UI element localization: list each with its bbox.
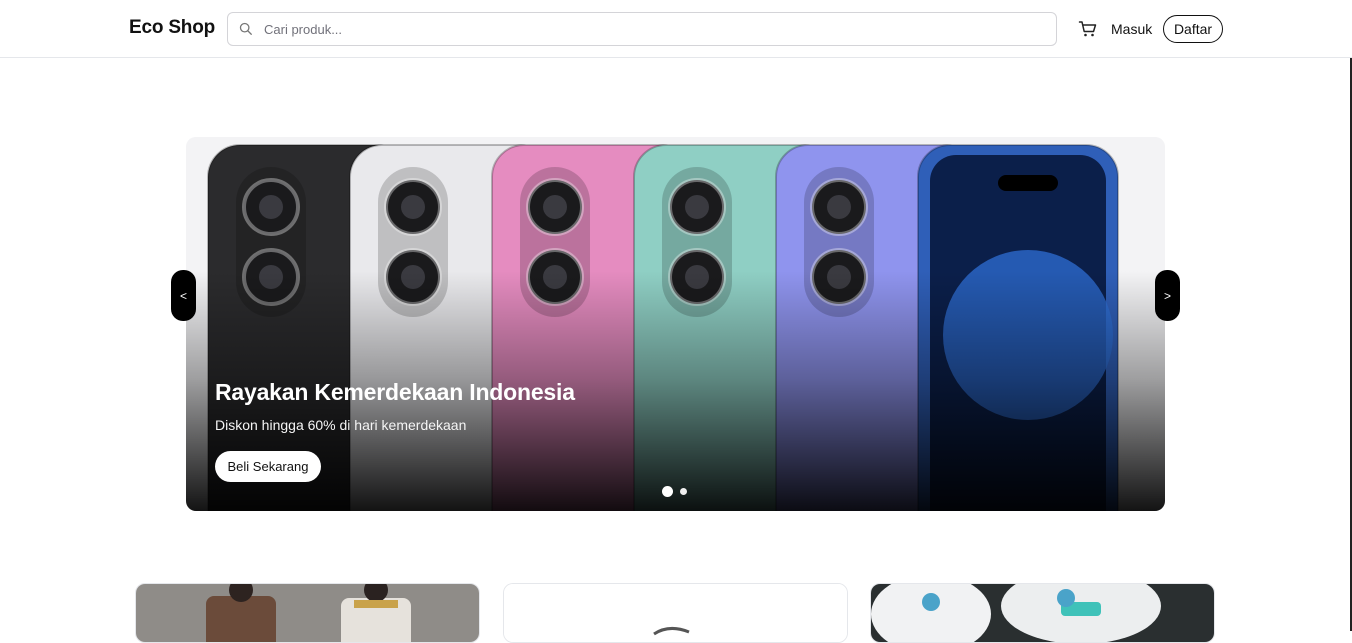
hero-subtitle: Diskon hingga 60% di hari kemerdekaan bbox=[215, 417, 467, 433]
product-card[interactable] bbox=[135, 583, 480, 643]
carousel-prev-button[interactable]: < bbox=[171, 270, 196, 321]
search-icon bbox=[239, 22, 252, 35]
cart-icon[interactable] bbox=[1078, 19, 1098, 39]
carousel-dot[interactable] bbox=[680, 488, 687, 495]
register-button[interactable]: Daftar bbox=[1163, 15, 1223, 43]
login-link[interactable]: Masuk bbox=[1111, 21, 1152, 37]
top-navbar: Eco Shop Masuk Daftar bbox=[0, 0, 1352, 58]
carousel-next-button[interactable]: > bbox=[1155, 270, 1180, 321]
product-image bbox=[871, 584, 1214, 642]
hero-carousel: Rayakan Kemerdekaan Indonesia Diskon hin… bbox=[186, 137, 1165, 511]
hero-title: Rayakan Kemerdekaan Indonesia bbox=[215, 379, 575, 405]
product-image bbox=[504, 584, 847, 642]
product-image bbox=[136, 584, 479, 642]
site-logo[interactable]: Eco Shop bbox=[129, 17, 215, 39]
search-bar[interactable] bbox=[227, 12, 1057, 46]
carousel-dot-active[interactable] bbox=[662, 486, 673, 497]
search-input[interactable] bbox=[264, 13, 1044, 45]
buy-now-button[interactable]: Beli Sekarang bbox=[215, 451, 321, 482]
product-card[interactable] bbox=[870, 583, 1215, 643]
product-card[interactable] bbox=[503, 583, 848, 643]
